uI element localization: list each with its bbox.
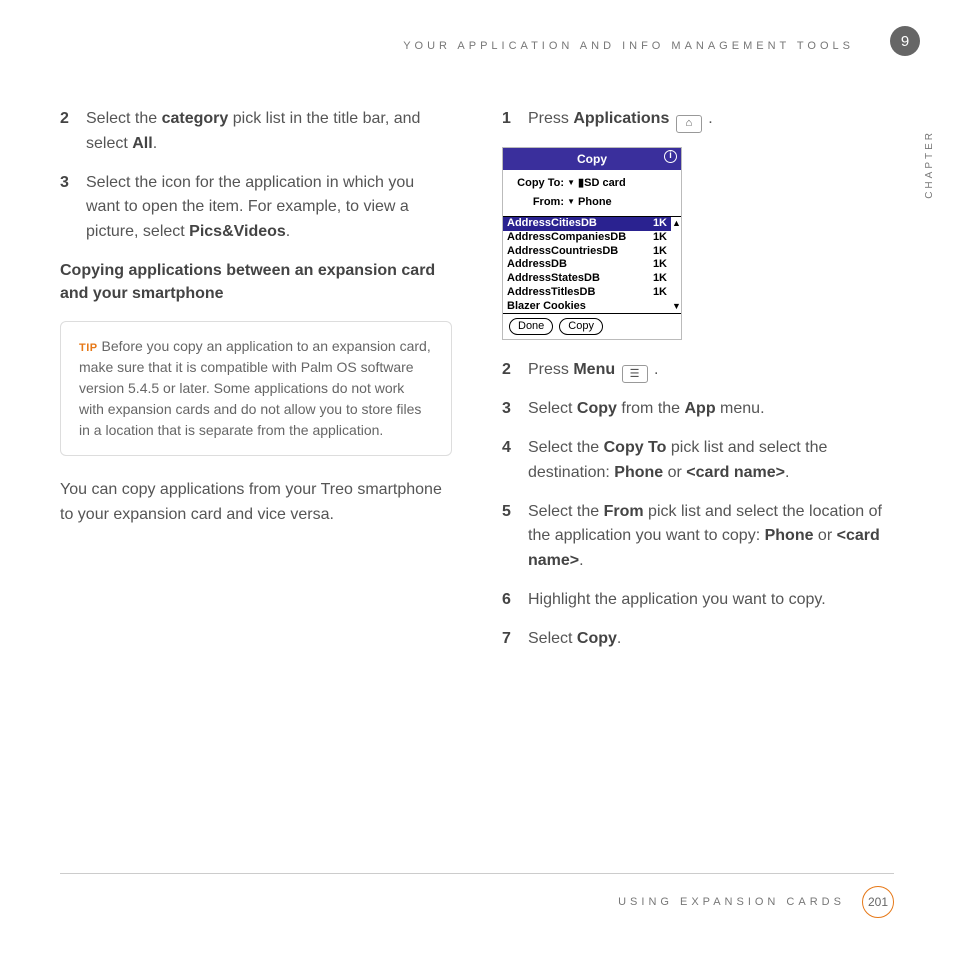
tip-text: Before you copy an application to an exp… [79,338,431,438]
list-item[interactable]: AddressCitiesDB1K [503,217,671,231]
list-item[interactable]: AddressStatesDB1K [503,272,671,286]
dropdown-icon: ▼ [567,178,575,187]
done-button[interactable]: Done [509,318,553,334]
scrollbar: ▲▼ [672,217,681,313]
left-column: 2 Select the category pick list in the t… [60,107,452,666]
right-step-6: 6 Highlight the application you want to … [502,588,894,613]
copy-button[interactable]: Copy [559,318,603,334]
scroll-up-icon: ▲ [672,217,681,231]
right-column: 1 Press Applications ⌂ . Copy i Copy To:… [502,107,894,666]
list-item[interactable]: AddressDB1K [503,258,671,272]
page-footer: USING EXPANSION CARDS 201 [60,873,894,918]
right-step-7: 7 Select Copy. [502,627,894,652]
chapter-number-badge: 9 [890,26,920,56]
running-header: YOUR APPLICATION AND INFO MANAGEMENT TOO… [60,40,894,52]
app-list: AddressCitiesDB1KAddressCompaniesDB1KAdd… [503,216,681,314]
scroll-down-icon: ▼ [672,300,681,314]
footer-section: USING EXPANSION CARDS [618,896,845,908]
page-number-badge: 201 [862,886,894,918]
section-subhead: Copying applications between an expansio… [60,259,452,305]
dropdown-icon: ▼ [567,197,575,206]
copy-to-row: Copy To: ▼ ▮SD card [509,174,675,193]
right-step-1: 1 Press Applications ⌂ . [502,107,894,133]
info-icon: i [664,150,677,163]
dialog-title-bar: Copy i [503,148,681,171]
list-item[interactable]: AddressTitlesDB1K [503,286,671,300]
list-item[interactable]: Blazer Cookies [503,300,671,314]
tip-box: TIP Before you copy an application to an… [60,321,452,456]
right-step-4: 4 Select the Copy To pick list and selec… [502,436,894,486]
from-row: From: ▼ Phone [509,193,675,212]
list-item[interactable]: AddressCountriesDB1K [503,245,671,259]
home-icon: ⌂ [676,115,702,133]
menu-icon: ☰ [622,365,648,383]
right-step-3: 3 Select Copy from the App menu. [502,397,894,422]
body-paragraph: You can copy applications from your Treo… [60,478,452,528]
tip-label: TIP [79,342,98,354]
left-step-3: 3 Select the icon for the application in… [60,171,452,245]
palm-copy-dialog: Copy i Copy To: ▼ ▮SD card From: ▼ Phone [502,147,682,340]
left-step-2: 2 Select the category pick list in the t… [60,107,452,157]
right-step-2: 2 Press Menu ☰ . [502,358,894,384]
chapter-label: CHAPTER [924,130,935,199]
list-item[interactable]: AddressCompaniesDB1K [503,231,671,245]
right-step-5: 5 Select the From pick list and select t… [502,500,894,574]
